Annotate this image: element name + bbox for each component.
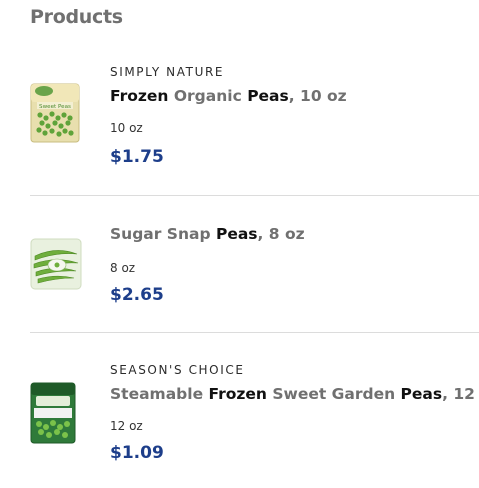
name-part: , 12 oz (442, 385, 479, 403)
package-label-text: Sweet Peas (39, 104, 71, 110)
product-card-sugar-snap-peas[interactable]: Sugar Snap Peas, 8 oz 8 oz $2.65 (0, 196, 479, 332)
name-part: Steamable (110, 385, 209, 403)
product-card-organic-peas[interactable]: Sweet Peas SIMPLY NATURE Frozen Organic … (0, 60, 479, 180)
product-size: 8 oz (110, 261, 136, 275)
product-name[interactable]: Steamable Frozen Sweet Garden Peas, 12 o… (110, 384, 479, 404)
name-part: Peas (400, 385, 443, 403)
name-part: Sugar Snap (110, 225, 216, 243)
name-part: Frozen (110, 87, 169, 105)
product-image-sugar-snap-peas[interactable] (30, 238, 82, 294)
product-price: $1.75 (110, 147, 164, 167)
product-price: $2.65 (110, 285, 164, 305)
name-part: Peas (215, 225, 258, 243)
product-brand: SIMPLY NATURE (110, 65, 225, 79)
divider (30, 332, 479, 333)
product-price: $1.09 (110, 443, 164, 463)
products-heading: Products (30, 6, 123, 28)
product-size: 12 oz (110, 419, 143, 433)
product-size: 10 oz (110, 121, 143, 135)
name-part: Peas (247, 87, 289, 105)
product-image-organic-peas[interactable]: Sweet Peas (30, 82, 80, 148)
product-name[interactable]: Frozen Organic Peas, 10 oz (110, 86, 347, 106)
name-part: Frozen (208, 385, 267, 403)
product-name[interactable]: Sugar Snap Peas, 8 oz (110, 224, 305, 244)
name-part: Sweet Garden (266, 385, 401, 403)
name-part: Organic (168, 87, 248, 105)
product-brand: SEASON'S CHOICE (110, 363, 245, 377)
product-image-steamable-peas[interactable] (30, 382, 76, 448)
name-part: , 10 oz (288, 87, 347, 105)
name-part: , 8 oz (257, 225, 305, 243)
product-card-steamable-peas[interactable]: SEASON'S CHOICE Steamable Frozen Sweet G… (0, 360, 479, 488)
